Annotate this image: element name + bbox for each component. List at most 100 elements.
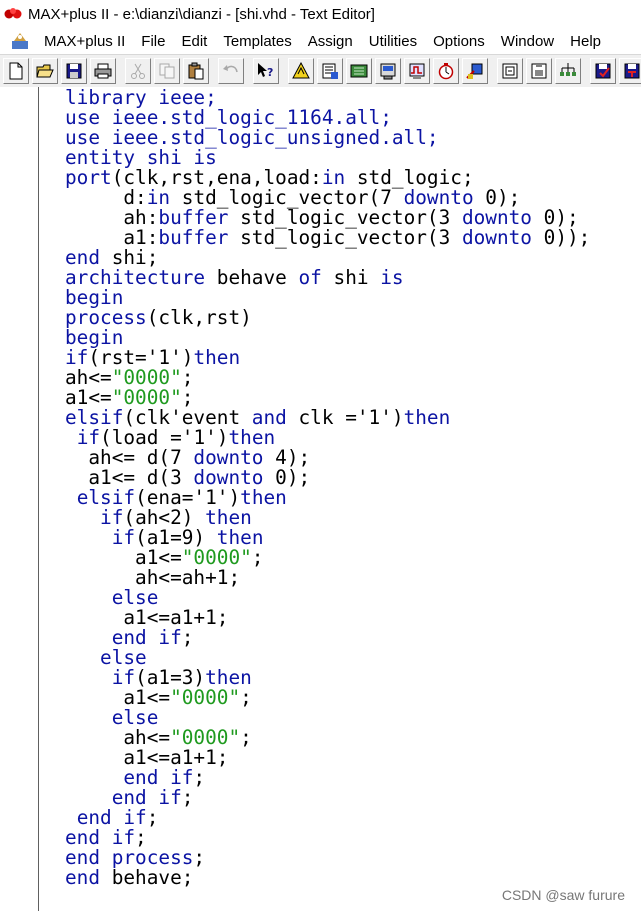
code-line: use ieee.std_logic_unsigned.all;	[65, 128, 590, 148]
code-line: end if;	[65, 788, 590, 808]
code-line: a1<=a1+1;	[65, 608, 590, 628]
code-text: ;	[193, 766, 206, 789]
code-line: if(a1=9) then	[65, 528, 590, 548]
save-button[interactable]	[61, 58, 87, 84]
code-text: ;	[240, 686, 252, 709]
paste-icon	[188, 62, 204, 80]
programmer-icon	[466, 63, 483, 79]
code-line: ah<=ah+1;	[65, 568, 590, 588]
floorplan-editor-button[interactable]	[346, 58, 372, 84]
code-line: process(clk,rst)	[65, 308, 590, 328]
paste-button[interactable]	[183, 58, 209, 84]
code-text: behave	[205, 266, 299, 289]
code-line: if(ah<2) then	[65, 508, 590, 528]
undo-button[interactable]	[218, 58, 244, 84]
menu-window[interactable]: Window	[493, 33, 562, 50]
title-bar: MAX+plus II - e:\dianzi\dianzi - [shi.vh…	[0, 0, 641, 28]
code-text: ;	[181, 626, 194, 649]
code-line: ah<="0000";	[65, 728, 590, 748]
hierarchy-display-icon	[322, 63, 338, 79]
code-line: use ieee.std_logic_1164.all;	[65, 108, 590, 128]
maxplus-app-icon[interactable]	[4, 6, 24, 22]
window-tile-icon	[624, 63, 640, 79]
simulator-icon	[409, 63, 425, 79]
code-line: end if;	[65, 808, 590, 828]
project-save-simulate-button[interactable]	[590, 58, 616, 84]
open-button[interactable]	[32, 58, 58, 84]
code-line: else	[65, 708, 590, 728]
menu-options[interactable]: Options	[425, 33, 493, 50]
cut-button[interactable]	[125, 58, 151, 84]
project-save-compile-icon	[560, 63, 576, 76]
context-help-button[interactable]: ?	[253, 58, 279, 84]
new-file-button[interactable]	[3, 58, 29, 84]
code-line: ah:buffer std_logic_vector(3 downto 0);	[65, 208, 590, 228]
code-line: port(clk,rst,ena,load:in std_logic;	[65, 168, 590, 188]
open-folder-icon	[36, 64, 54, 78]
code-line: if(a1=3)then	[65, 668, 590, 688]
hierarchy-up-icon	[292, 62, 310, 79]
code-keyword: downto	[461, 226, 532, 249]
menu-maxplus[interactable]: MAX+plus II	[36, 33, 133, 50]
menu-help[interactable]: Help	[562, 33, 609, 50]
toolbar: ?	[0, 54, 641, 88]
code-keyword: buffer	[158, 226, 229, 249]
project-save-simulate-icon	[595, 63, 611, 79]
code-line: end process;	[65, 848, 590, 868]
text-editor[interactable]: library ieee; use ieee.std_logic_1164.all…	[0, 87, 641, 911]
menu-file[interactable]: File	[133, 33, 173, 50]
project-save-check-button[interactable]	[526, 58, 552, 84]
watermark: CSDN @saw furure	[501, 887, 625, 903]
code-line: a1<= d(3 downto 0);	[65, 468, 590, 488]
compiler-icon	[380, 63, 396, 80]
code-line: elsif(clk'event and clk ='1')then	[65, 408, 590, 428]
code-text: 0));	[531, 226, 591, 249]
project-set-icon	[502, 63, 518, 79]
code-keyword: then	[403, 406, 451, 429]
svg-text:?: ?	[267, 66, 273, 79]
simulator-button[interactable]	[404, 58, 430, 84]
code-text: ;	[251, 546, 264, 569]
window-tile-button[interactable]	[619, 58, 641, 84]
menu-utilities[interactable]: Utilities	[361, 33, 425, 50]
cut-icon	[131, 63, 145, 79]
project-save-compile-button[interactable]	[555, 58, 581, 84]
code-text: ;	[146, 806, 159, 829]
floorplan-editor-icon	[350, 64, 368, 78]
code-line: end behave;	[65, 868, 590, 888]
compiler-button[interactable]	[375, 58, 401, 84]
code-line: begin	[65, 288, 590, 308]
code-text: ;	[181, 786, 194, 809]
hierarchy-up-button[interactable]	[288, 58, 314, 84]
code-line: architecture behave of shi is	[65, 268, 590, 288]
hierarchy-display-button[interactable]	[317, 58, 343, 84]
code-area[interactable]: library ieee; use ieee.std_logic_1164.all…	[65, 88, 590, 888]
system-menu-icon[interactable]	[10, 31, 30, 51]
print-icon	[94, 63, 112, 79]
code-line: else	[65, 588, 590, 608]
menu-edit[interactable]: Edit	[173, 33, 215, 50]
code-line: else	[65, 648, 590, 668]
copy-icon	[159, 63, 175, 79]
code-line: a1<="0000";	[65, 548, 590, 568]
code-string: "0000"	[170, 686, 241, 709]
context-help-icon: ?	[258, 63, 273, 79]
print-button[interactable]	[90, 58, 116, 84]
code-line: if(load ='1')then	[65, 428, 590, 448]
timing-analyzer-button[interactable]	[433, 58, 459, 84]
new-file-icon	[9, 62, 23, 80]
code-line: a1:buffer std_logic_vector(3 downto 0));	[65, 228, 590, 248]
code-line: begin	[65, 328, 590, 348]
undo-icon	[223, 65, 238, 73]
menu-assign[interactable]: Assign	[300, 33, 361, 50]
project-set-button[interactable]	[497, 58, 523, 84]
copy-button[interactable]	[154, 58, 180, 84]
code-text: clk ='1')	[286, 406, 404, 429]
code-line: a1<=a1+1;	[65, 748, 590, 768]
code-line: d:in std_logic_vector(7 downto 0);	[65, 188, 590, 208]
code-line: ah<= d(7 downto 4);	[65, 448, 590, 468]
menu-templates[interactable]: Templates	[215, 33, 299, 50]
code-line: a1<="0000";	[65, 688, 590, 708]
programmer-button[interactable]	[462, 58, 488, 84]
code-text: (clk,rst)	[146, 306, 252, 329]
